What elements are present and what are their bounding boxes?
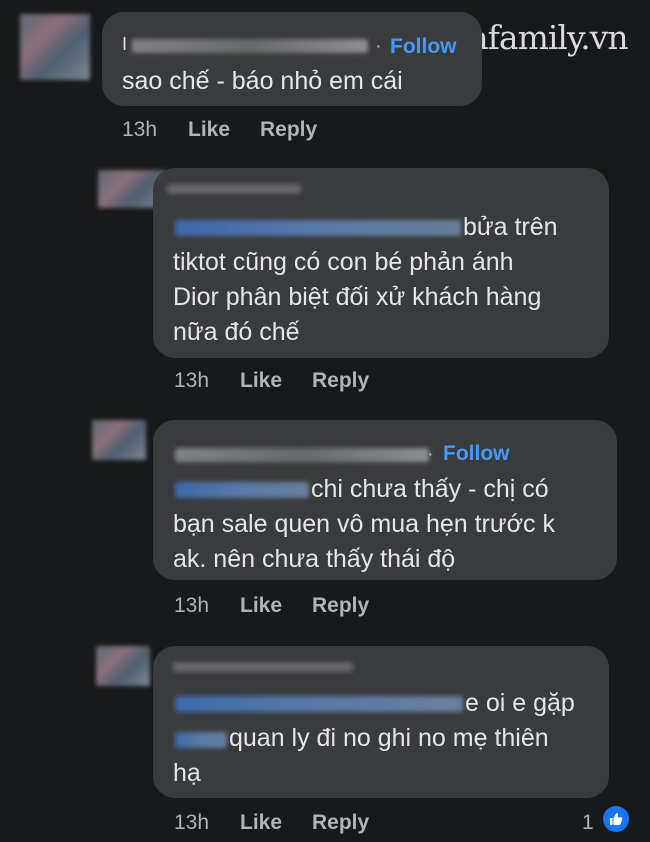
like-button[interactable]: Like bbox=[188, 118, 230, 142]
like-button[interactable]: Like bbox=[240, 594, 282, 618]
separator-dot: · bbox=[427, 443, 434, 465]
reply-button[interactable]: Reply bbox=[312, 594, 369, 618]
mentioned-user-tag[interactable] bbox=[175, 482, 309, 498]
comment-text: sao chế - báo nhỏ em cái bbox=[122, 67, 403, 95]
author-name-blurred[interactable] bbox=[132, 39, 368, 53]
like-button[interactable]: Like bbox=[240, 369, 282, 393]
comment-text-line: hạ bbox=[173, 759, 201, 787]
author-name[interactable]: I bbox=[122, 34, 127, 55]
comment-text-line: bửa trên bbox=[463, 213, 558, 241]
timestamp[interactable]: 13h bbox=[174, 594, 209, 618]
comment-text-line: quan ly đi no ghi no mẹ thiên bbox=[229, 724, 549, 752]
reaction-count[interactable]: 1 bbox=[582, 811, 594, 835]
thumbs-up-glyph bbox=[610, 813, 623, 825]
comment-text-line: bạn sale quen vô mua hẹn trước k bbox=[173, 510, 555, 538]
mentioned-user-tag[interactable] bbox=[175, 220, 461, 236]
comment-bubble: I · Follow sao chế - báo nhỏ em cái bbox=[102, 12, 482, 106]
author-name-blurred[interactable] bbox=[175, 448, 429, 462]
mentioned-user-tag[interactable] bbox=[175, 732, 227, 748]
follow-button[interactable]: Follow bbox=[390, 35, 457, 59]
like-button[interactable]: Like bbox=[240, 811, 282, 835]
avatar[interactable] bbox=[20, 14, 90, 80]
comment-bubble: e oi e gặp quan ly đi no ghi no mẹ thiên… bbox=[153, 646, 609, 798]
reply-button[interactable]: Reply bbox=[312, 369, 369, 393]
comment-text-line: tiktot cũng có con bé phản ánh bbox=[173, 248, 514, 276]
author-name-blurred[interactable] bbox=[167, 184, 301, 194]
comment-text-line: ak. nên chưa thấy thái độ bbox=[173, 545, 456, 573]
comment-text-line: chi chưa thấy - chị có bbox=[311, 475, 549, 503]
author-name-blurred[interactable] bbox=[173, 662, 353, 672]
comment-bubble: bửa trên tiktot cũng có con bé phản ánh … bbox=[153, 168, 609, 358]
comment-text-line: Dior phân biệt đối xử khách hàng bbox=[173, 283, 542, 311]
timestamp[interactable]: 13h bbox=[174, 811, 209, 835]
avatar[interactable] bbox=[92, 420, 146, 460]
comment-bubble: · Follow chi chưa thấy - chị có bạn sale… bbox=[153, 420, 617, 580]
thumbs-up-icon[interactable] bbox=[603, 806, 629, 832]
avatar[interactable] bbox=[96, 646, 150, 686]
timestamp[interactable]: 13h bbox=[174, 369, 209, 393]
timestamp[interactable]: 13h bbox=[122, 118, 157, 142]
reply-button[interactable]: Reply bbox=[260, 118, 317, 142]
mentioned-user-tag[interactable] bbox=[175, 696, 463, 712]
comment-text-line: nữa đó chế bbox=[173, 318, 300, 346]
separator-dot: · bbox=[375, 35, 382, 57]
follow-button[interactable]: Follow bbox=[443, 442, 510, 466]
watermark-logo: afamily.vn bbox=[469, 18, 629, 57]
reply-button[interactable]: Reply bbox=[312, 811, 369, 835]
comment-text-line: e oi e gặp bbox=[465, 689, 575, 717]
